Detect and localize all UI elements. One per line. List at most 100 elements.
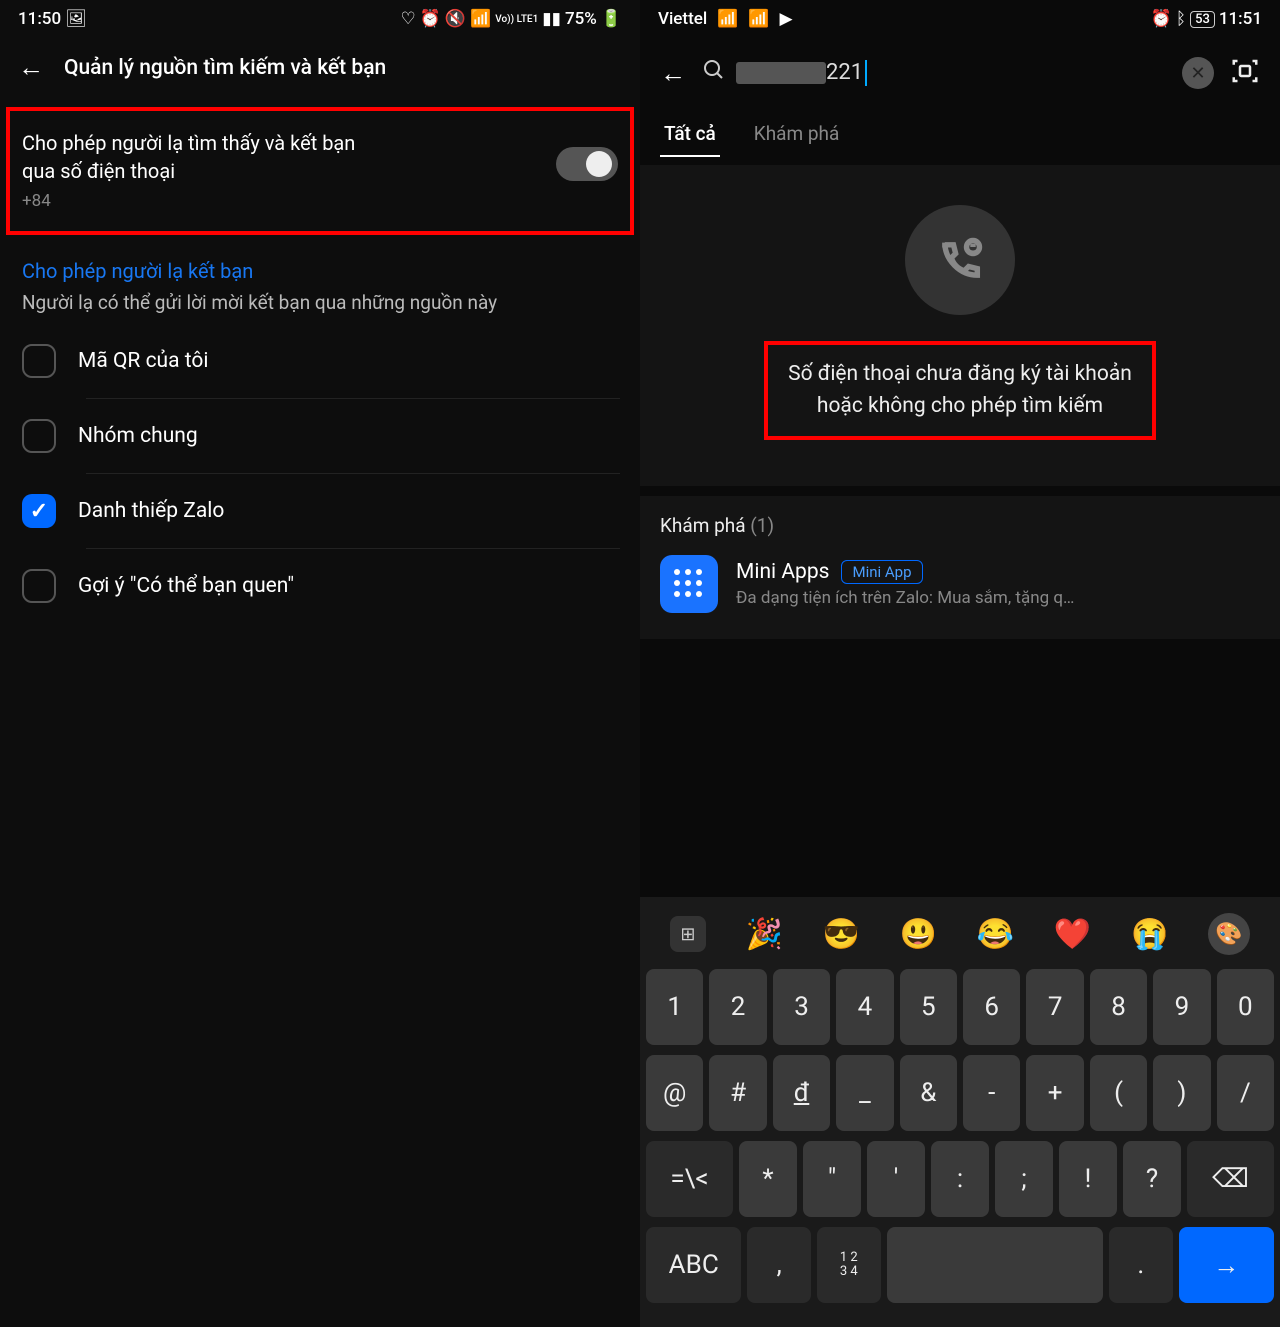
key[interactable]: * bbox=[739, 1141, 797, 1217]
mini-app-badge: Mini App bbox=[841, 560, 922, 584]
signal-icon: 📶 bbox=[717, 9, 738, 29]
key[interactable]: ' bbox=[867, 1141, 925, 1217]
screen-settings: 11:50 🖼 ♡ ⏰ 🔇 📶 Vo)) LTE1 ▮▮ 75% 🔋 ← Quả… bbox=[0, 0, 640, 1327]
option-label: Mã QR của tôi bbox=[78, 349, 209, 373]
screen-search: Viettel 📶 📶 ▶ ⏰ ᛒ 53 11:51 ← 221 ✕ Tất c… bbox=[640, 0, 1280, 1327]
mute-icon: 🔇 bbox=[445, 9, 466, 29]
alarm-icon: ⏰ bbox=[420, 9, 441, 29]
search-header: ← 221 ✕ bbox=[640, 38, 1280, 108]
bluetooth-icon: ᛒ bbox=[1176, 9, 1186, 29]
key[interactable]: ! bbox=[1059, 1141, 1117, 1217]
key[interactable]: ( bbox=[1090, 1055, 1147, 1131]
alarm-icon: ⏰ bbox=[1151, 9, 1172, 29]
key[interactable]: 1 bbox=[646, 969, 703, 1045]
emoji[interactable]: 😂 bbox=[977, 917, 1014, 952]
search-field[interactable]: 221 bbox=[702, 58, 1166, 88]
key[interactable]: @ bbox=[646, 1055, 703, 1131]
back-icon[interactable]: ← bbox=[18, 52, 44, 83]
key[interactable]: 5 bbox=[900, 969, 957, 1045]
key-dot[interactable]: . bbox=[1109, 1227, 1173, 1303]
key[interactable]: 0 bbox=[1217, 969, 1274, 1045]
item-subtitle: Đa dạng tiện ích trên Zalo: Mua sắm, tặn… bbox=[736, 588, 1260, 608]
toggle-label-line2: qua số điện thoại bbox=[22, 157, 355, 185]
status-time: 11:50 bbox=[18, 9, 61, 29]
item-name: Mini Apps bbox=[736, 560, 829, 584]
youtube-icon: ▶ bbox=[780, 9, 793, 29]
battery-icon: 🔋 bbox=[601, 9, 622, 29]
key[interactable]: ; bbox=[995, 1141, 1053, 1217]
key[interactable]: " bbox=[803, 1141, 861, 1217]
clear-search-button[interactable]: ✕ bbox=[1182, 57, 1214, 89]
checkbox[interactable] bbox=[22, 344, 56, 378]
key-abc[interactable]: ABC bbox=[646, 1227, 741, 1303]
key-go[interactable]: → bbox=[1179, 1227, 1274, 1303]
mini-apps-item[interactable]: Mini Apps Mini App Đa dạng tiện ích trên… bbox=[660, 555, 1260, 613]
wifi-icon: 📶 bbox=[748, 9, 769, 29]
keyboard: ⊞ 🎉 😎 😃 😂 ❤️ 😭 🎨 1234567890 @#đ_&-+()/ =… bbox=[640, 897, 1280, 1327]
emoji-picker-button[interactable]: ⊞ bbox=[670, 916, 706, 952]
mini-apps-icon bbox=[660, 555, 718, 613]
key[interactable]: đ bbox=[773, 1055, 830, 1131]
search-result: Số điện thoại chưa đăng ký tài khoản hoặ… bbox=[640, 165, 1280, 486]
battery-icon: 53 bbox=[1190, 11, 1215, 28]
carrier-label: Viettel bbox=[658, 9, 707, 29]
status-bar-right: Viettel 📶 📶 ▶ ⏰ ᛒ 53 11:51 bbox=[640, 0, 1280, 38]
key-numpad[interactable]: 1 2 3 4 bbox=[817, 1227, 881, 1303]
key[interactable]: # bbox=[709, 1055, 766, 1131]
signal-icon: ▮▮ bbox=[542, 9, 561, 29]
emoji[interactable]: 😭 bbox=[1131, 917, 1168, 952]
key[interactable]: + bbox=[1026, 1055, 1083, 1131]
search-tabs: Tất cả Khám phá bbox=[640, 108, 1280, 157]
emoji[interactable]: 😎 bbox=[823, 917, 860, 952]
tab-all[interactable]: Tất cả bbox=[660, 112, 720, 157]
key[interactable]: 3 bbox=[773, 969, 830, 1045]
key[interactable]: - bbox=[963, 1055, 1020, 1131]
tab-discover[interactable]: Khám phá bbox=[750, 112, 844, 157]
toggle-phone-number: +84 bbox=[22, 191, 355, 211]
key[interactable]: 7 bbox=[1026, 969, 1083, 1045]
emoji-row: ⊞ 🎉 😎 😃 😂 ❤️ 😭 🎨 bbox=[646, 907, 1274, 969]
key[interactable]: 9 bbox=[1153, 969, 1210, 1045]
key[interactable]: 6 bbox=[963, 969, 1020, 1045]
emoji[interactable]: ❤️ bbox=[1054, 917, 1091, 952]
option-label: Nhóm chung bbox=[78, 424, 198, 448]
option-namecard[interactable]: Danh thiếp Zalo bbox=[0, 474, 640, 548]
key-backspace[interactable]: ⌫ bbox=[1187, 1141, 1274, 1217]
phone-warning-icon bbox=[905, 205, 1015, 315]
option-label: Danh thiếp Zalo bbox=[78, 499, 224, 523]
header: ← Quản lý nguồn tìm kiếm và kết bạn bbox=[0, 38, 640, 101]
key[interactable]: 2 bbox=[709, 969, 766, 1045]
option-group[interactable]: Nhóm chung bbox=[0, 399, 640, 473]
key[interactable]: ? bbox=[1123, 1141, 1181, 1217]
emoji[interactable]: 😃 bbox=[900, 917, 937, 952]
phone-discover-toggle-row: Cho phép người lạ tìm thấy và kết bạn qu… bbox=[6, 107, 634, 235]
key-space[interactable] bbox=[887, 1227, 1103, 1303]
checkbox-checked[interactable] bbox=[22, 494, 56, 528]
key-comma[interactable]: , bbox=[747, 1227, 811, 1303]
emoji[interactable]: 🎉 bbox=[746, 917, 783, 952]
lte-icon: Vo)) LTE1 bbox=[495, 14, 538, 25]
option-qr[interactable]: Mã QR của tôi bbox=[0, 324, 640, 398]
key[interactable]: 8 bbox=[1090, 969, 1147, 1045]
key-symbols[interactable]: =\< bbox=[646, 1141, 733, 1217]
search-icon bbox=[702, 58, 726, 88]
key[interactable]: & bbox=[900, 1055, 957, 1131]
key[interactable]: / bbox=[1217, 1055, 1274, 1131]
palette-button[interactable]: 🎨 bbox=[1208, 913, 1250, 955]
discover-section: Khám phá (1) Mini Apps Mini App Đa dạng … bbox=[640, 496, 1280, 639]
section-desc: Người lạ có thể gửi lời mời kết bạn qua … bbox=[0, 291, 640, 324]
redacted bbox=[736, 62, 826, 84]
checkbox[interactable] bbox=[22, 419, 56, 453]
option-label: Gợi ý "Có thể bạn quen" bbox=[78, 574, 294, 598]
key[interactable]: 4 bbox=[836, 969, 893, 1045]
key[interactable]: : bbox=[931, 1141, 989, 1217]
phone-discover-toggle[interactable] bbox=[556, 147, 618, 181]
back-icon[interactable]: ← bbox=[660, 58, 686, 89]
key[interactable]: ) bbox=[1153, 1055, 1210, 1131]
not-found-message: Số điện thoại chưa đăng ký tài khoản hoặ… bbox=[764, 341, 1156, 440]
key[interactable]: _ bbox=[836, 1055, 893, 1131]
option-suggest[interactable]: Gợi ý "Có thể bạn quen" bbox=[0, 549, 640, 623]
qr-scan-button[interactable] bbox=[1230, 56, 1260, 90]
checkbox[interactable] bbox=[22, 569, 56, 603]
toggle-label-line1: Cho phép người lạ tìm thấy và kết bạn bbox=[22, 129, 355, 157]
